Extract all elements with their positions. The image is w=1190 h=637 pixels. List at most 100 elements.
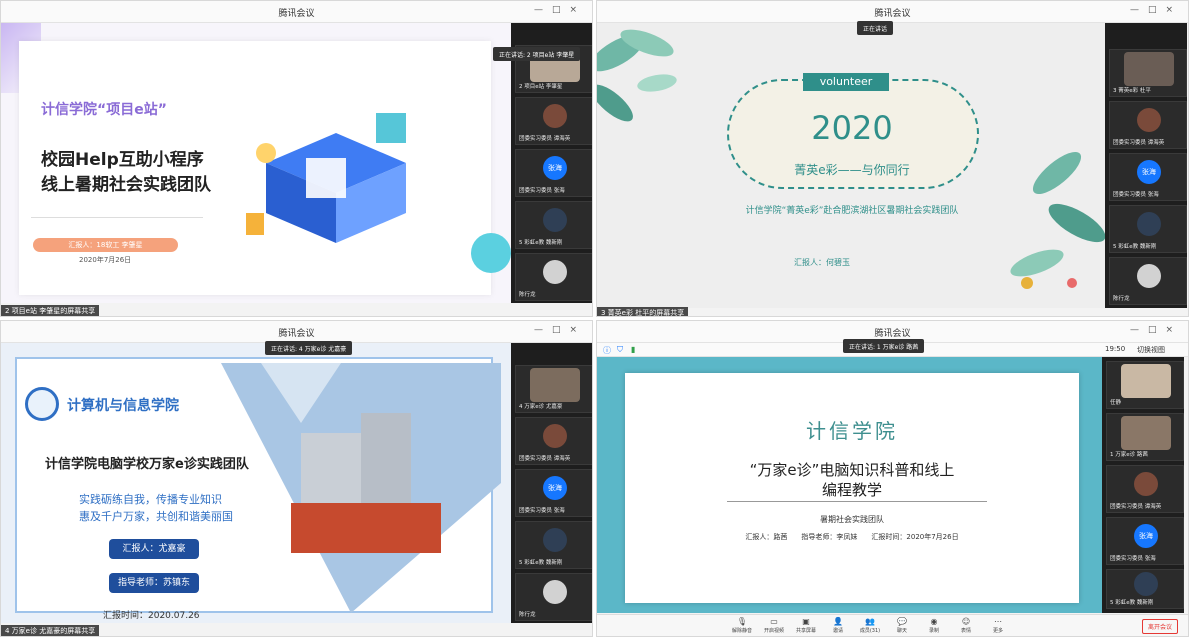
- avatar: [543, 528, 567, 552]
- slide-year: 2020: [811, 109, 893, 147]
- video-button[interactable]: ▭ 开启视频: [759, 617, 789, 634]
- slide-title-2: 线上暑期社会实践团队: [41, 175, 211, 195]
- participant-tile[interactable]: 团委实习委员 谭海英: [515, 417, 592, 465]
- slide-title-1: 校园Help互助小程序: [41, 150, 204, 170]
- avatar: [543, 424, 567, 448]
- title-bar: 腾讯会议 —□×: [1, 1, 592, 23]
- avatar: [543, 580, 567, 604]
- participant-tile[interactable]: 5 彩虹e教 魏新刚: [1109, 205, 1187, 253]
- avatar: 张海: [1137, 160, 1161, 184]
- participant-tile[interactable]: 陈行龙: [515, 573, 592, 621]
- participant-tile[interactable]: 张海 团委实习委员 张海: [1109, 153, 1187, 201]
- signal-icon: ▮: [631, 345, 636, 354]
- speaking-indicator: 正在讲话: 4 万家e诊 尤嘉豪: [265, 341, 353, 355]
- screen-share-label: 4 万家e诊 尤嘉豪的屏幕共享: [1, 625, 100, 636]
- slide-reporter: 汇报人：18软工 李肇星: [33, 238, 178, 252]
- emoji-button[interactable]: ☺ 表情: [951, 617, 981, 634]
- participant-tile[interactable]: 5 彩虹e教 魏新刚: [1106, 569, 1184, 609]
- slide-motto-2: 惠及千户万家，共创和谐美丽国: [79, 510, 233, 523]
- participant-tile[interactable]: 5 彩虹e教 魏新刚: [515, 521, 592, 569]
- participant-tile[interactable]: 团委实习委员 谭海英: [1106, 465, 1184, 513]
- record-button[interactable]: ◉ 录制: [919, 617, 949, 634]
- share-screen-button[interactable]: ▣ 共享屏幕: [791, 617, 821, 634]
- participant-tile[interactable]: 任静: [1106, 361, 1184, 409]
- slide-reporter: 汇报人：何碧玉: [794, 258, 850, 267]
- meeting-window-3: 腾讯会议 —□× 计算机与信息学院 计信学院电脑学校万家e诊实践团队 实践砺练自…: [0, 320, 593, 637]
- leave-meeting-button[interactable]: 离开会议: [1141, 619, 1178, 634]
- participant-sidebar: 任静 1 万家e诊 路茜 团委实习委员 谭海英 张海 团委实习委员 张海 5 彩虹…: [1102, 357, 1184, 613]
- participant-tile[interactable]: 团委实习委员 谭海英: [515, 97, 592, 145]
- slide-org: 计信学院“项目e站”: [41, 102, 167, 118]
- mute-button[interactable]: 🎙 解除静音: [727, 617, 757, 634]
- slide-reporter: 汇报人：尤嘉豪: [109, 539, 199, 559]
- emoji-icon: ☺: [961, 617, 971, 626]
- window-controls[interactable]: —□×: [534, 325, 586, 335]
- slide-date: 汇报时间：2020.07.26: [103, 611, 200, 621]
- chat-icon: 💬: [897, 617, 907, 626]
- window-title: 腾讯会议: [278, 329, 315, 339]
- avatar: [1137, 264, 1161, 288]
- avatar: 张海: [543, 476, 567, 500]
- avatar: [543, 104, 567, 128]
- leaf-decoration: [1010, 151, 1105, 289]
- more-button[interactable]: ⋯ 更多: [983, 617, 1013, 634]
- slide-title-1: “万家e诊”电脑知识科普和线上: [749, 461, 955, 479]
- members-button[interactable]: 👥 成员(31): [855, 617, 885, 634]
- participant-tile[interactable]: 4 万家e诊 尤嘉豪: [515, 365, 592, 413]
- window-controls[interactable]: —□×: [534, 5, 586, 15]
- participant-tile[interactable]: 5 彩虹e教 魏新刚: [515, 201, 592, 249]
- slide-advisor: 指导老师：苏镇东: [109, 573, 199, 593]
- shared-slide: volunteer 2020 菁英e彩——与你同行 计信学院“菁英e彩”赴合肥滨…: [597, 23, 1105, 308]
- meeting-window-4: 腾讯会议 —□× ⓘ ⛉ ▮ 19:50 切换视图 计信学院 “万家e诊”电脑知…: [596, 320, 1189, 637]
- shared-slide: 计信学院 “万家e诊”电脑知识科普和线上 编程教学 暑期社会实践团队 汇报人：路…: [597, 357, 1102, 613]
- participant-sidebar: 3 菁英e彩 杜平 团委实习委员 谭海英 张海 团委实习委员 张海 5 彩虹e教 …: [1105, 23, 1187, 308]
- add-person-icon: 👤: [833, 617, 843, 626]
- window-title: 腾讯会议: [278, 9, 315, 19]
- volunteer-badge: volunteer: [803, 73, 889, 91]
- screen-share-label: 2 项目e站 李肇星的屏幕共享: [1, 305, 100, 316]
- participant-tile[interactable]: 陈行龙: [515, 253, 592, 301]
- slide-title: 计信学院电脑学校万家e诊实践团队: [45, 457, 249, 472]
- avatar: 张海: [543, 156, 567, 180]
- video-thumbnail: [530, 368, 580, 402]
- participant-sidebar: 4 万家e诊 尤嘉豪 团委实习委员 谭海英 张海 团委实习委员 张海 5 彩虹e教…: [511, 343, 592, 623]
- slide-date: 2020年7月26日: [79, 256, 132, 264]
- window-controls[interactable]: —□×: [1130, 325, 1182, 335]
- speaking-indicator: 正在讲话: 1 万家e诊 路茜: [843, 339, 925, 353]
- slide-slogan: 菁英e彩——与你同行: [794, 163, 910, 177]
- chat-button[interactable]: 💬 聊天: [887, 617, 917, 634]
- school-name: 计算机与信息学院: [67, 398, 179, 414]
- shared-slide: 计算机与信息学院 计信学院电脑学校万家e诊实践团队 实践砺练自我，传播专业知识 …: [1, 343, 511, 623]
- participant-tile[interactable]: 陈行龙: [1109, 257, 1187, 305]
- slide-info: 汇报人：路茜 指导老师：李凤妹 汇报时间：2020年7月26日: [745, 533, 959, 541]
- school-logo: [25, 387, 59, 421]
- participant-tile[interactable]: 张海 团委实习委员 张海: [1106, 517, 1184, 565]
- video-thumbnail: [1124, 52, 1174, 86]
- slide-illustration: [246, 113, 406, 243]
- participant-tile[interactable]: 张海 团委实习委员 张海: [515, 469, 592, 517]
- switch-view-button[interactable]: 切换视图: [1137, 345, 1165, 355]
- slide-subtitle: 计信学院“菁英e彩”赴合肥滨湖社区暑期社会实践团队: [745, 206, 959, 216]
- participant-sidebar: 2 项目e站 李肇星 团委实习委员 谭海英 张海 团委实习委员 张海 5 彩虹e教…: [511, 23, 592, 303]
- video-thumbnail: [1121, 416, 1171, 450]
- microphone-icon: 🎙: [736, 617, 748, 626]
- invite-button[interactable]: 👤 邀请: [823, 617, 853, 634]
- slide-team: 暑期社会实践团队: [820, 515, 884, 524]
- participant-tile[interactable]: 3 菁英e彩 杜平: [1109, 49, 1187, 97]
- participant-tile[interactable]: 1 万家e诊 路茜: [1106, 413, 1184, 461]
- avatar: [543, 208, 567, 232]
- speaking-indicator: 正在讲话: 2 项目e站 李肇星: [493, 47, 581, 61]
- window-title: 腾讯会议: [874, 329, 911, 339]
- info-icon[interactable]: ⓘ: [603, 345, 611, 356]
- window-controls[interactable]: —□×: [1130, 5, 1182, 15]
- leaf-decoration: [597, 29, 677, 122]
- participant-tile[interactable]: 张海 团委实习委员 张海: [515, 149, 592, 197]
- avatar: [1134, 472, 1158, 496]
- slide-title-2: 编程教学: [821, 481, 882, 499]
- monitor-icon: ▣: [802, 617, 810, 626]
- title-bar: 腾讯会议 —□×: [1, 321, 592, 343]
- video-thumbnail: [1121, 364, 1171, 398]
- participant-tile[interactable]: 团委实习委员 谭海英: [1109, 101, 1187, 149]
- shield-icon[interactable]: ⛉: [617, 345, 623, 355]
- avatar: 张海: [1134, 524, 1158, 548]
